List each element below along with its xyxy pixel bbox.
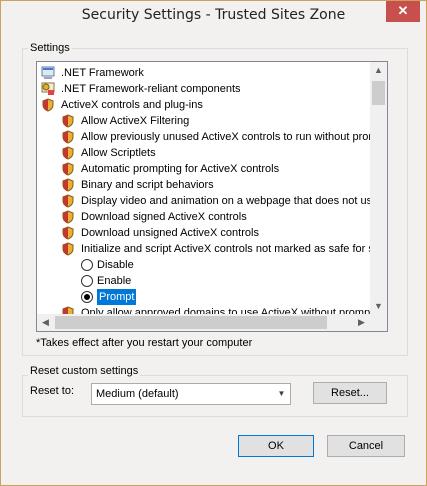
security-settings-dialog: Security Settings - Trusted Sites Zone ✕… [0, 0, 427, 486]
tree-item-label: Display video and animation on a webpage… [81, 195, 370, 207]
reset-group-label: Reset custom settings [28, 365, 141, 377]
tree-item-label: Download signed ActiveX controls [81, 211, 247, 223]
tree-item-label: Download unsigned ActiveX controls [81, 227, 259, 239]
radio-option-label: Enable [97, 275, 132, 287]
title-bar: Security Settings - Trusted Sites Zone ✕ [1, 1, 426, 32]
security-shield-icon [62, 194, 74, 208]
scrollbar-corner [370, 314, 387, 331]
security-shield-icon [62, 210, 74, 224]
tree-item-label: Allow Scriptlets [81, 147, 156, 159]
tree-item-label: Binary and script behaviors [81, 179, 214, 191]
vertical-scrollbar[interactable]: ▲ ▼ [370, 62, 387, 315]
security-shield-icon [62, 162, 74, 176]
window-title: Security Settings - Trusted Sites Zone [81, 7, 346, 23]
tree-item-label: .NET Framework-reliant components [61, 83, 241, 95]
tree-item-label: .NET Framework [61, 67, 144, 79]
radio-option-label: Disable [97, 259, 134, 271]
settings-tree-rows: .NET Framework .NET Framework-reliant co… [37, 62, 370, 315]
tree-item-label: Automatic prompting for ActiveX controls [81, 163, 280, 175]
tree-item-label: Allow ActiveX Filtering [81, 115, 190, 127]
radio-option-label: Prompt [97, 289, 137, 305]
radio-button[interactable] [81, 259, 93, 271]
horizontal-scroll-thumb[interactable] [55, 316, 327, 329]
reset-button[interactable]: Reset... [313, 382, 387, 404]
security-shield-icon [62, 130, 74, 144]
reset-to-label: Reset to: [30, 385, 75, 397]
restart-note: *Takes effect after you restart your com… [36, 337, 253, 349]
security-shield-icon [62, 242, 74, 256]
close-button[interactable]: ✕ [386, 1, 420, 22]
security-shield-icon [62, 178, 74, 192]
dotnet-components-icon [41, 82, 55, 95]
security-shield-icon [42, 98, 54, 112]
security-shield-icon [62, 146, 74, 160]
tree-item-label: ActiveX controls and plug-ins [61, 99, 203, 111]
scroll-down-arrow-icon[interactable]: ▼ [370, 298, 387, 315]
scroll-up-arrow-icon[interactable]: ▲ [370, 62, 387, 79]
tree-item-label: Initialize and script ActiveX controls n… [81, 243, 370, 255]
tree-item-label: Allow previously unused ActiveX controls… [81, 131, 370, 143]
radio-button[interactable] [81, 291, 93, 303]
ok-button[interactable]: OK [238, 435, 314, 457]
security-shield-icon [62, 226, 74, 240]
settings-tree-list[interactable]: .NET Framework .NET Framework-reliant co… [36, 61, 388, 332]
cancel-button[interactable]: Cancel [327, 435, 405, 457]
radio-button[interactable] [81, 275, 93, 287]
scroll-right-arrow-icon[interactable]: ▶ [353, 314, 370, 331]
settings-group-label: Settings [28, 42, 72, 54]
chevron-down-icon: ▼ [277, 389, 286, 398]
dotnet-icon [41, 66, 55, 79]
security-shield-icon [62, 114, 74, 128]
reset-level-select[interactable]: Medium (default) ▼ [91, 383, 291, 405]
horizontal-scrollbar[interactable]: ◀ ▶ [37, 314, 387, 331]
reset-level-value: Medium (default) [96, 388, 179, 400]
vertical-scroll-thumb[interactable] [372, 81, 385, 105]
scroll-left-arrow-icon[interactable]: ◀ [37, 314, 54, 331]
